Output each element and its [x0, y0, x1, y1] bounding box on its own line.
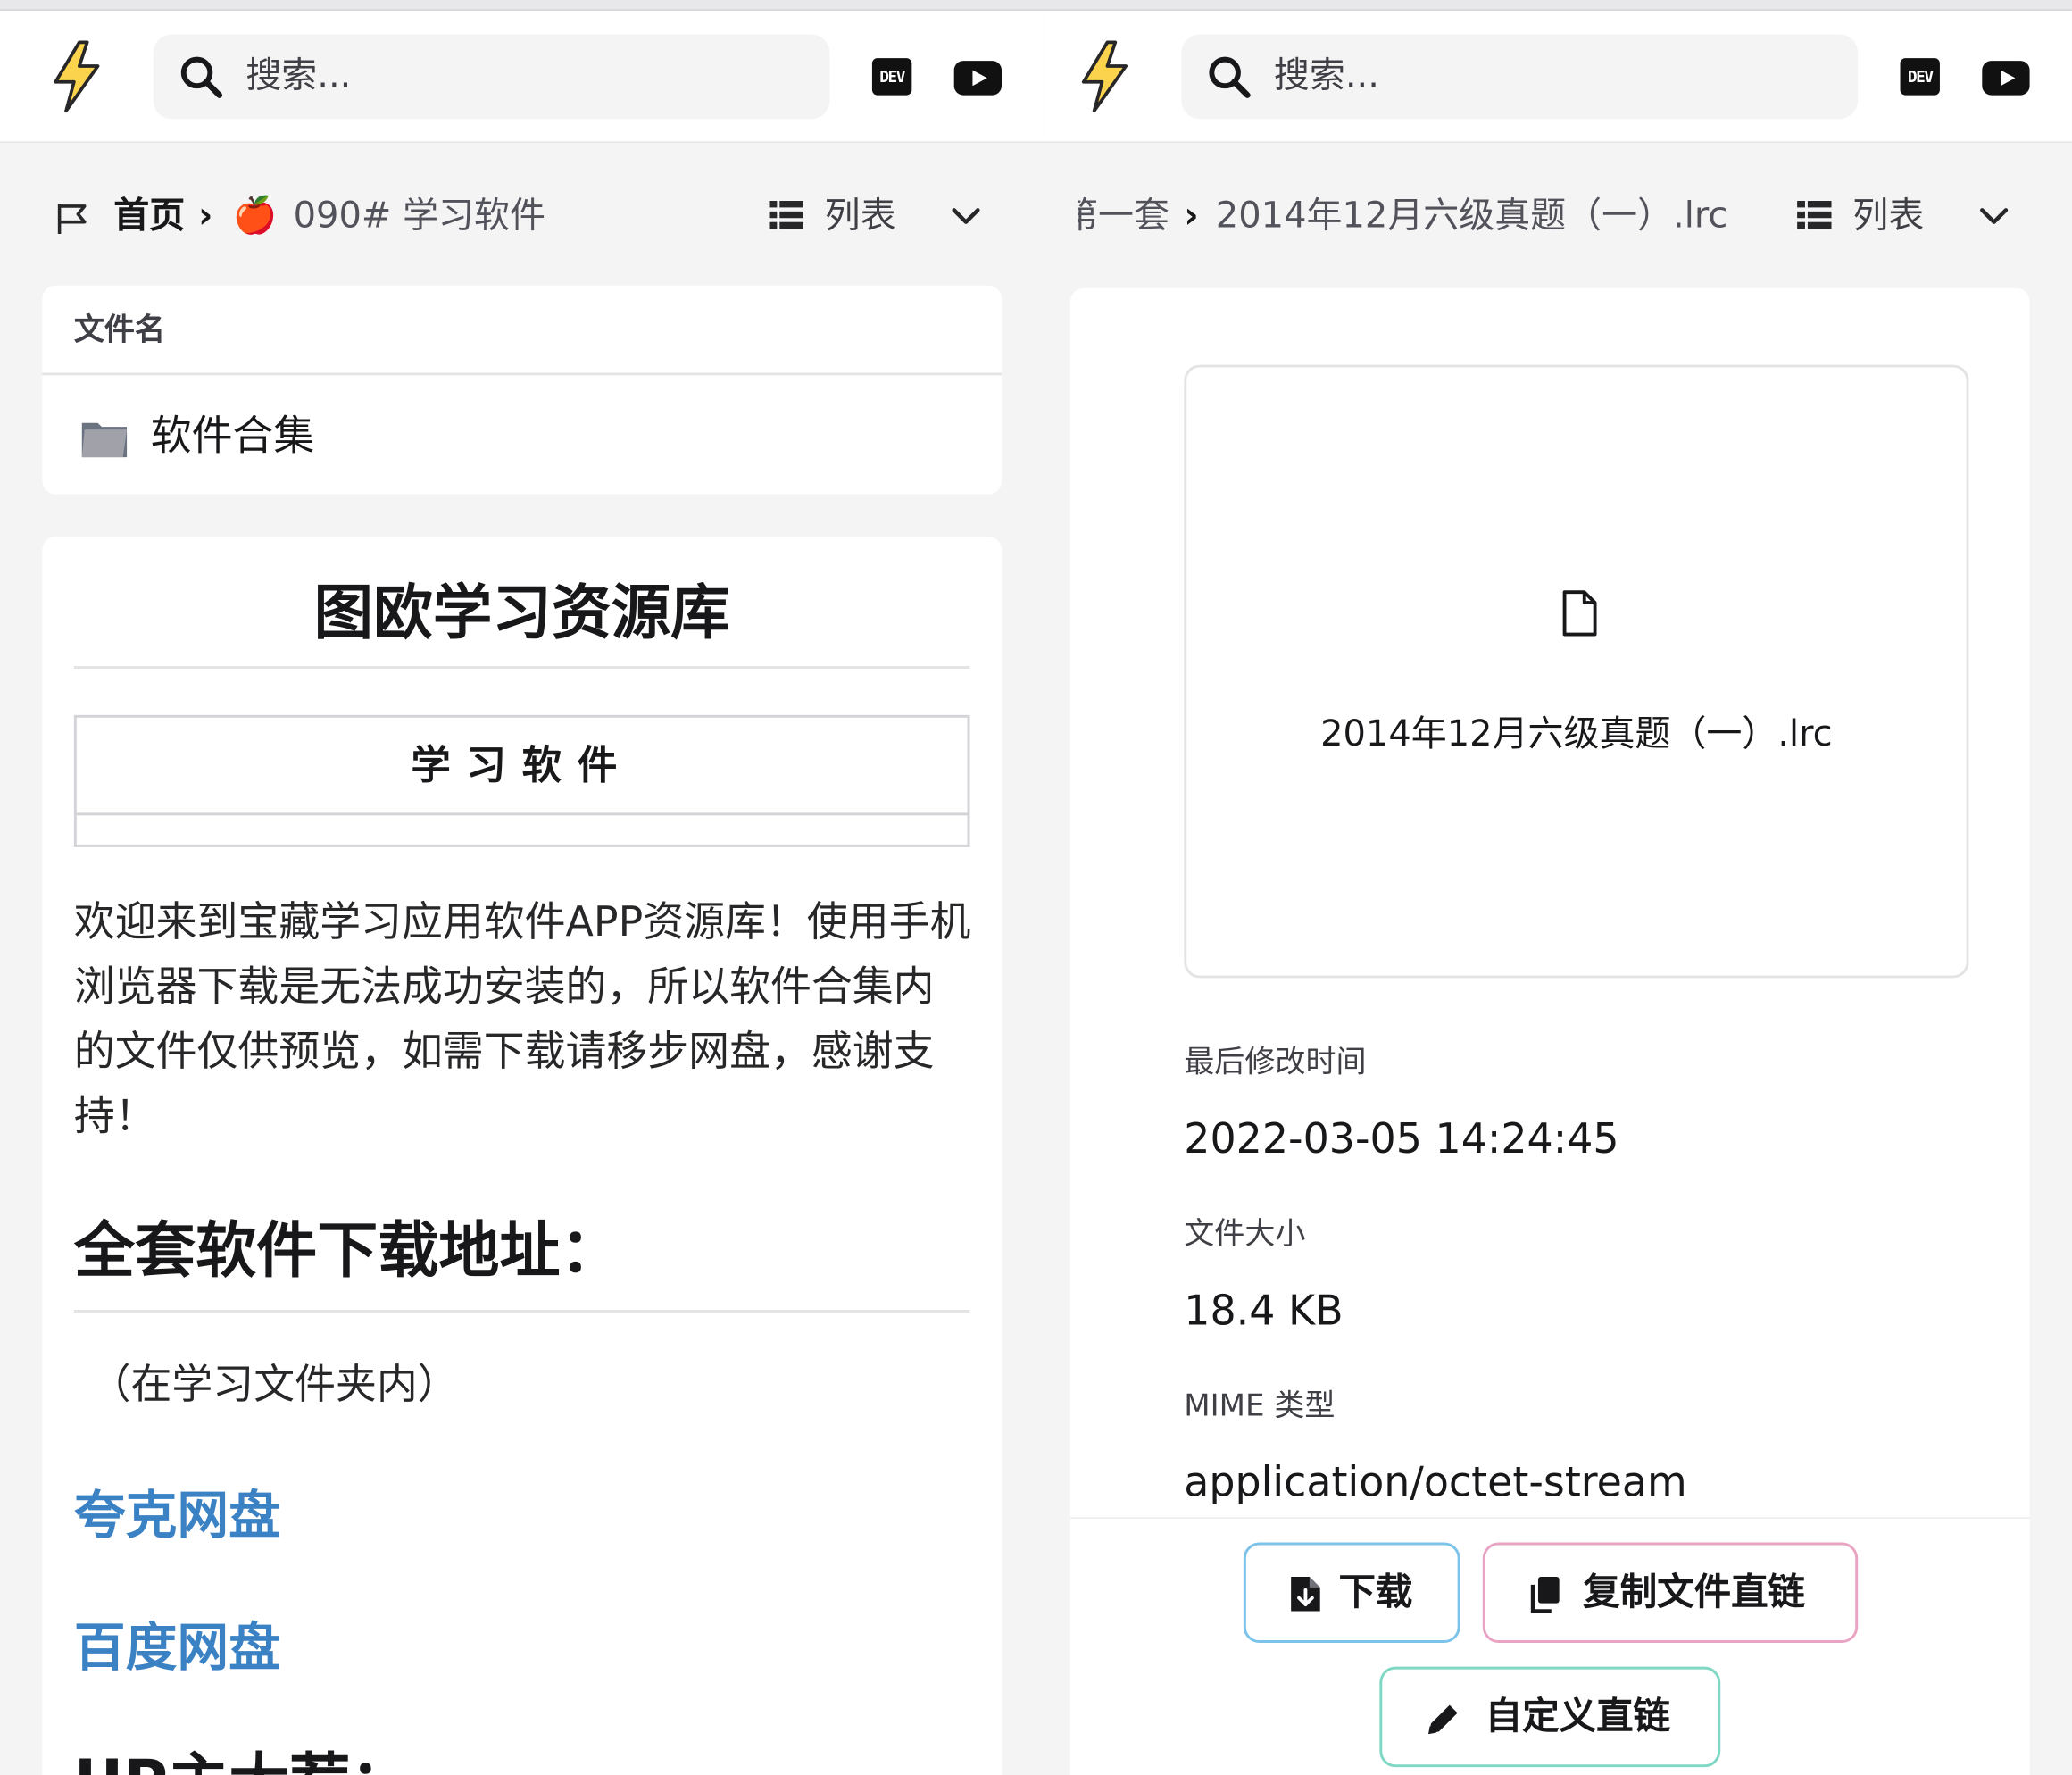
readme-note: （在学习文件夹内）	[89, 1361, 459, 1409]
custom-link-button[interactable]: 自定义直链	[1379, 1666, 1721, 1768]
readme-title: 图欧学习资源库	[313, 577, 730, 648]
flag-icon	[57, 203, 87, 235]
breadcrumb: 首页 › 🍎 090# 学习软件 列表	[0, 169, 1044, 262]
right-pane: 搜索... DEV 第一套 › 2014年12月六级真题（一）.lrc 列表	[1044, 10, 2072, 1775]
copy-icon	[1530, 1576, 1560, 1613]
search-input[interactable]: 搜索...	[1181, 34, 1859, 120]
list-item[interactable]: 软件合集	[42, 378, 1002, 494]
breadcrumb-current[interactable]: 090# 学习软件	[294, 190, 545, 243]
action-bar: 下载 复制文件直链 自定义直链	[1069, 1517, 2030, 1775]
file-download-icon	[1291, 1576, 1320, 1612]
breadcrumb-current[interactable]: 2014年12月六级真题（一）.lrc	[1216, 190, 1728, 243]
window-top-edge	[0, 0, 2072, 11]
mime-value: application/octet-stream	[1184, 1459, 1687, 1507]
lightning-logo-icon[interactable]	[1076, 39, 1134, 113]
chevron-down-icon[interactable]	[1976, 198, 2010, 232]
view-mode-label[interactable]: 列表	[825, 190, 896, 243]
header: 搜索... DEV	[0, 10, 1044, 143]
modified-value: 2022-03-05 14:24:45	[1184, 1115, 1619, 1163]
search-icon	[180, 56, 223, 98]
download-button[interactable]: 下载	[1243, 1542, 1460, 1644]
file-icon	[1562, 590, 1597, 637]
file-detail-card: 2014年12月六级真题（一）.lrc 最后修改时间 2022-03-05 14…	[1069, 288, 2030, 1775]
mime-label: MIME 类型	[1184, 1388, 1336, 1424]
breadcrumb-separator: ›	[198, 196, 213, 237]
lightning-logo-icon[interactable]	[47, 39, 105, 113]
preview-file-name: 2014年12月六级真题（一）.lrc	[1320, 713, 1833, 755]
baidu-pan-link[interactable]: 百度网盘	[74, 1615, 280, 1684]
copy-link-label: 复制文件直链	[1583, 1570, 1805, 1614]
view-mode-label[interactable]: 列表	[1852, 190, 1924, 243]
dev-to-icon[interactable]: DEV	[871, 58, 912, 96]
file-list-column-header[interactable]: 文件名	[42, 286, 1002, 376]
size-value: 18.4 KB	[1184, 1287, 1344, 1336]
custom-link-label: 自定义直链	[1485, 1694, 1670, 1738]
folder-name: 软件合集	[150, 412, 315, 461]
breadcrumb: 第一套 › 2014年12月六级真题（一）.lrc 列表	[1078, 169, 2056, 262]
divider	[73, 1309, 970, 1312]
modified-label: 最后修改时间	[1184, 1045, 1367, 1080]
table-header-cell: 学习软件	[76, 718, 968, 816]
search-icon	[1209, 56, 1251, 98]
youtube-icon[interactable]	[953, 61, 1002, 96]
list-view-icon	[1797, 201, 1832, 229]
readme-paragraph: 欢迎来到宝藏学习应用软件APP资源库！使用手机浏览器下载是无法成功安装的，所以软…	[73, 898, 971, 1141]
folder-icon	[81, 422, 128, 458]
readme-card: 图欧学习资源库 学习软件 欢迎来到宝藏学习应用软件APP资源库！使用手机浏览器下…	[42, 537, 1002, 1775]
breadcrumb-previous[interactable]: 第一套	[1078, 190, 1169, 243]
search-input[interactable]: 搜索...	[153, 34, 830, 120]
chevron-down-icon[interactable]	[949, 198, 983, 232]
header: 搜索... DEV	[1044, 10, 2072, 143]
page: 搜索... DEV 首页 › 🍎 090# 学习软件 列表 文件名 软件合集 图…	[0, 0, 2072, 1775]
youtube-icon[interactable]	[1982, 61, 2030, 96]
search-placeholder: 搜索...	[1273, 55, 1379, 97]
pencil-icon	[1428, 1704, 1458, 1735]
quark-pan-link[interactable]: 夸克网盘	[74, 1483, 280, 1552]
readme-heading-partial: UP主大荐：	[74, 1742, 412, 1775]
apple-emoji-icon: 🍎	[232, 196, 278, 237]
search-placeholder: 搜索...	[245, 55, 352, 97]
list-view-icon	[769, 201, 803, 229]
divider	[73, 666, 970, 670]
left-pane: 搜索... DEV 首页 › 🍎 090# 学习软件 列表 文件名 软件合集 图…	[0, 10, 1044, 1775]
size-label: 文件大小	[1184, 1217, 1306, 1252]
download-label: 下载	[1338, 1570, 1413, 1614]
breadcrumb-separator: ›	[1184, 196, 1199, 237]
file-preview: 2014年12月六级真题（一）.lrc	[1184, 364, 1969, 979]
copy-link-button[interactable]: 复制文件直链	[1482, 1542, 1859, 1644]
dev-to-icon[interactable]: DEV	[1900, 58, 1940, 96]
readme-heading: 全套软件下载地址：	[73, 1214, 621, 1287]
file-list: 文件名 软件合集	[42, 285, 1002, 495]
readme-table: 学习软件	[73, 714, 970, 847]
breadcrumb-home[interactable]: 首页	[113, 190, 185, 243]
